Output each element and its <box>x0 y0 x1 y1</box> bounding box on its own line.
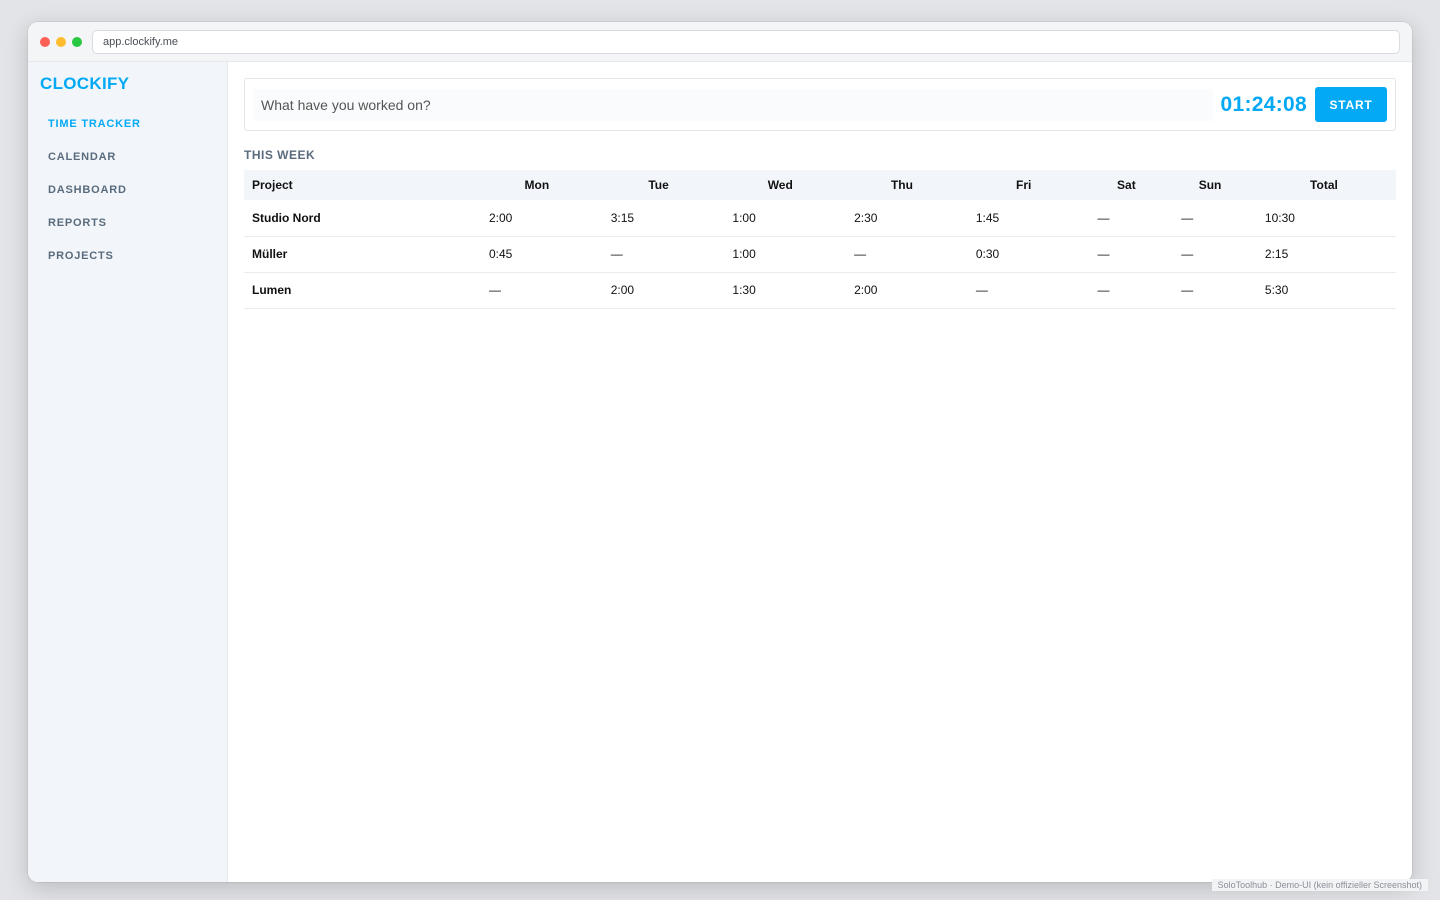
column-header-sat[interactable]: Sat <box>1085 170 1169 200</box>
sidebar-item-projects[interactable]: PROJECTS <box>40 242 215 270</box>
column-header-wed[interactable]: Wed <box>719 170 841 200</box>
weekly-timesheet-table: Project Mon Tue Wed Thu Fri Sat Sun Tota… <box>244 170 1396 309</box>
column-header-sun[interactable]: Sun <box>1168 170 1252 200</box>
main-content: 01:24:08 START THIS WEEK Project Mon Tue… <box>228 62 1412 882</box>
time-cell[interactable]: 2:00 <box>841 272 963 309</box>
time-cell[interactable]: 1:30 <box>719 272 842 309</box>
sidebar-item-time-tracker[interactable]: TIME TRACKER <box>40 110 215 138</box>
table-row[interactable]: Studio Nord 2:00 3:15 1:00 2:30 1:45 — —… <box>244 200 1396 237</box>
window-controls <box>40 36 82 47</box>
column-header-fri[interactable]: Fri <box>963 170 1085 200</box>
address-bar[interactable]: app.clockify.me <box>92 29 1400 54</box>
column-header-total[interactable]: Total <box>1252 170 1396 200</box>
sidebar-item-calendar[interactable]: CALENDAR <box>40 143 215 171</box>
time-cell[interactable]: 0:45 <box>476 236 598 273</box>
time-cell[interactable]: 1:45 <box>962 200 1085 237</box>
demo-watermark: SoloToolhub · Demo-UI (kein offizieller … <box>1211 879 1428 891</box>
project-name[interactable]: Lumen <box>244 272 476 309</box>
browser-titlebar: app.clockify.me <box>28 22 1412 62</box>
sidebar-item-reports[interactable]: REPORTS <box>40 209 215 237</box>
sidebar-item-dashboard[interactable]: DASHBOARD <box>40 176 215 204</box>
time-cell[interactable]: — <box>1084 272 1169 309</box>
browser-window: app.clockify.me CLOCKIFY TIME TRACKER CA… <box>28 22 1412 882</box>
time-cell[interactable]: 3:15 <box>597 200 720 237</box>
time-cell[interactable]: 2:00 <box>476 200 598 237</box>
time-cell[interactable]: — <box>1084 236 1169 273</box>
time-cell[interactable]: — <box>597 236 720 273</box>
address-bar-url: app.clockify.me <box>103 35 178 48</box>
sidebar: CLOCKIFY TIME TRACKER CALENDAR DASHBOARD… <box>28 62 228 882</box>
table-row[interactable]: Lumen — 2:00 1:30 2:00 — — — 5:30 <box>244 272 1396 309</box>
time-cell[interactable]: — <box>1168 272 1252 309</box>
start-button[interactable]: START <box>1315 87 1387 122</box>
time-cell[interactable]: — <box>476 272 598 309</box>
section-title: THIS WEEK <box>244 148 316 162</box>
description-input[interactable] <box>253 88 1213 121</box>
column-header-project[interactable]: Project <box>244 170 476 200</box>
column-header-thu[interactable]: Thu <box>841 170 963 200</box>
time-cell[interactable]: — <box>962 272 1085 309</box>
maximize-window-icon[interactable] <box>72 36 82 47</box>
total-cell: 10:30 <box>1251 200 1396 237</box>
time-cell[interactable]: — <box>841 236 963 273</box>
time-cell[interactable]: — <box>1168 200 1252 237</box>
time-cell[interactable]: 1:00 <box>719 236 842 273</box>
table-row[interactable]: Müller 0:45 — 1:00 — 0:30 — — 2:15 <box>244 236 1396 273</box>
total-cell: 2:15 <box>1251 236 1396 273</box>
close-window-icon[interactable] <box>40 36 50 47</box>
project-name[interactable]: Studio Nord <box>244 200 476 237</box>
table-header-row: Project Mon Tue Wed Thu Fri Sat Sun Tota… <box>244 170 1396 200</box>
time-cell[interactable]: 1:00 <box>719 200 842 237</box>
project-name[interactable]: Müller <box>244 236 476 273</box>
time-tracker-bar: 01:24:08 START <box>244 78 1396 131</box>
app-body: CLOCKIFY TIME TRACKER CALENDAR DASHBOARD… <box>28 62 1412 882</box>
column-header-mon[interactable]: Mon <box>476 170 598 200</box>
timer-display: 01:24:08 <box>1220 92 1307 116</box>
time-cell[interactable]: 0:30 <box>962 236 1085 273</box>
total-cell: 5:30 <box>1251 272 1396 309</box>
time-cell[interactable]: — <box>1168 236 1252 273</box>
column-header-tue[interactable]: Tue <box>598 170 720 200</box>
minimize-window-icon[interactable] <box>56 36 66 47</box>
time-cell[interactable]: 2:00 <box>597 272 720 309</box>
brand-logo[interactable]: CLOCKIFY <box>40 74 215 94</box>
time-cell[interactable]: — <box>1084 200 1169 237</box>
time-cell[interactable]: 2:30 <box>841 200 963 237</box>
